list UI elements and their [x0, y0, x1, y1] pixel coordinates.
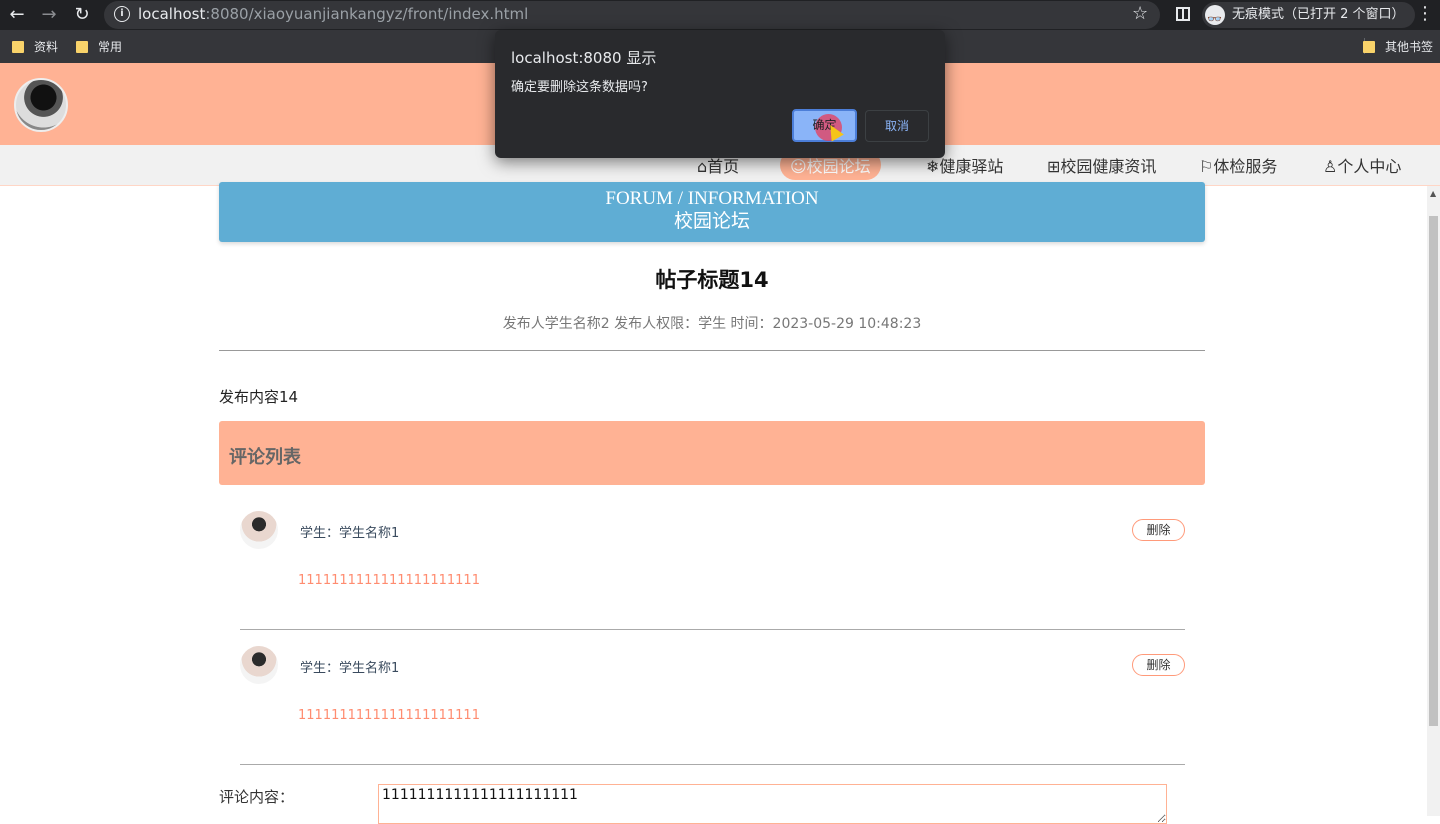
ok-button[interactable]: 确定: [792, 109, 857, 142]
dialog-message: 确定要删除这条数据吗?: [511, 80, 648, 95]
side-panel-icon[interactable]: [1176, 7, 1190, 21]
post-meta: 发布人学生名称2 发布人权限：学生 时间：2023-05-29 10:48:23: [502, 316, 922, 332]
banner-title-en: FORUM / INFORMATION: [605, 188, 819, 209]
folder-icon: [12, 41, 24, 53]
nav-checkup[interactable]: ⚐体检服务: [1199, 153, 1277, 177]
cancel-button[interactable]: 取消: [865, 110, 929, 142]
browser-toolbar: ← → ↻ i localhost:8080/xiaoyuanjiankangy…: [0, 0, 1440, 32]
site-logo[interactable]: [14, 78, 68, 132]
url-host: localhost: [138, 5, 206, 23]
scroll-up-icon[interactable]: ▲: [1430, 189, 1436, 198]
post-content: 发布内容14: [219, 388, 299, 406]
url-text[interactable]: localhost:8080/xiaoyuanjiankangyz/front/…: [138, 5, 528, 23]
confirm-dialog: localhost:8080 显示 确定要删除这条数据吗? 确定 取消: [495, 30, 945, 158]
comment-item: 学生：学生名称1 删除 1111111111111111111111: [240, 630, 1185, 765]
comment-author: 学生：学生名称1: [300, 526, 400, 541]
delete-button[interactable]: 删除: [1132, 519, 1185, 541]
comment-text: 1111111111111111111111: [298, 573, 480, 588]
dialog-title: localhost:8080 显示: [511, 49, 657, 67]
banner-title-cn: 校园论坛: [673, 210, 750, 232]
comment-list-header: 评论列表: [219, 421, 1205, 485]
bookmark-label: 资料: [34, 40, 59, 54]
divider: [219, 350, 1205, 351]
address-bar[interactable]: i localhost:8080/xiaoyuanjiankangyz/fron…: [104, 1, 1160, 29]
more-menu-icon[interactable]: ⋮: [1416, 3, 1434, 24]
avatar: [240, 511, 278, 549]
reload-icon[interactable]: ↻: [71, 4, 93, 26]
nav-personal-center[interactable]: ♙个人中心: [1323, 153, 1401, 177]
bookmark-label: 其他书签: [1385, 40, 1434, 54]
forward-arrow-icon[interactable]: →: [38, 4, 60, 26]
back-arrow-icon[interactable]: ←: [6, 4, 28, 26]
bookmark-label: 常用: [98, 40, 123, 54]
avatar: [240, 646, 278, 684]
url-path: :8080/xiaoyuanjiankangyz/front/index.htm…: [205, 5, 529, 23]
bookmark-star-icon[interactable]: ☆: [1132, 3, 1148, 24]
incognito-icon: [1205, 5, 1225, 32]
scroll-thumb[interactable]: [1429, 216, 1438, 726]
comment-list-title: 评论列表: [229, 447, 301, 468]
post-title: 帖子标题14: [655, 268, 769, 292]
comment-text: 1111111111111111111111: [298, 708, 480, 723]
bookmark-folder-ziliao[interactable]: 资料: [12, 38, 58, 55]
comment-input-label: 评论内容：: [219, 788, 295, 806]
comment-item: 学生：学生名称1 删除 1111111111111111111111: [240, 495, 1185, 630]
section-banner: FORUM / INFORMATION 校园论坛: [219, 182, 1205, 242]
incognito-label: 无痕模式（已打开 2 个窗口）: [1232, 7, 1405, 22]
folder-icon: [1363, 41, 1375, 53]
bookmark-folder-changyong[interactable]: 常用: [76, 38, 122, 55]
site-info-icon[interactable]: i: [114, 6, 130, 22]
nav-health-news[interactable]: ⊞校园健康资讯: [1047, 153, 1156, 177]
page-scrollbar[interactable]: ▲: [1427, 186, 1440, 816]
delete-button[interactable]: 删除: [1132, 654, 1185, 676]
other-bookmarks[interactable]: 其他书签: [1363, 38, 1433, 55]
folder-icon: [76, 41, 88, 53]
comment-input[interactable]: 1111111111111111111111: [378, 784, 1167, 824]
comment-author: 学生：学生名称1: [300, 661, 400, 676]
incognito-badge[interactable]: 无痕模式（已打开 2 个窗口）: [1202, 2, 1415, 32]
